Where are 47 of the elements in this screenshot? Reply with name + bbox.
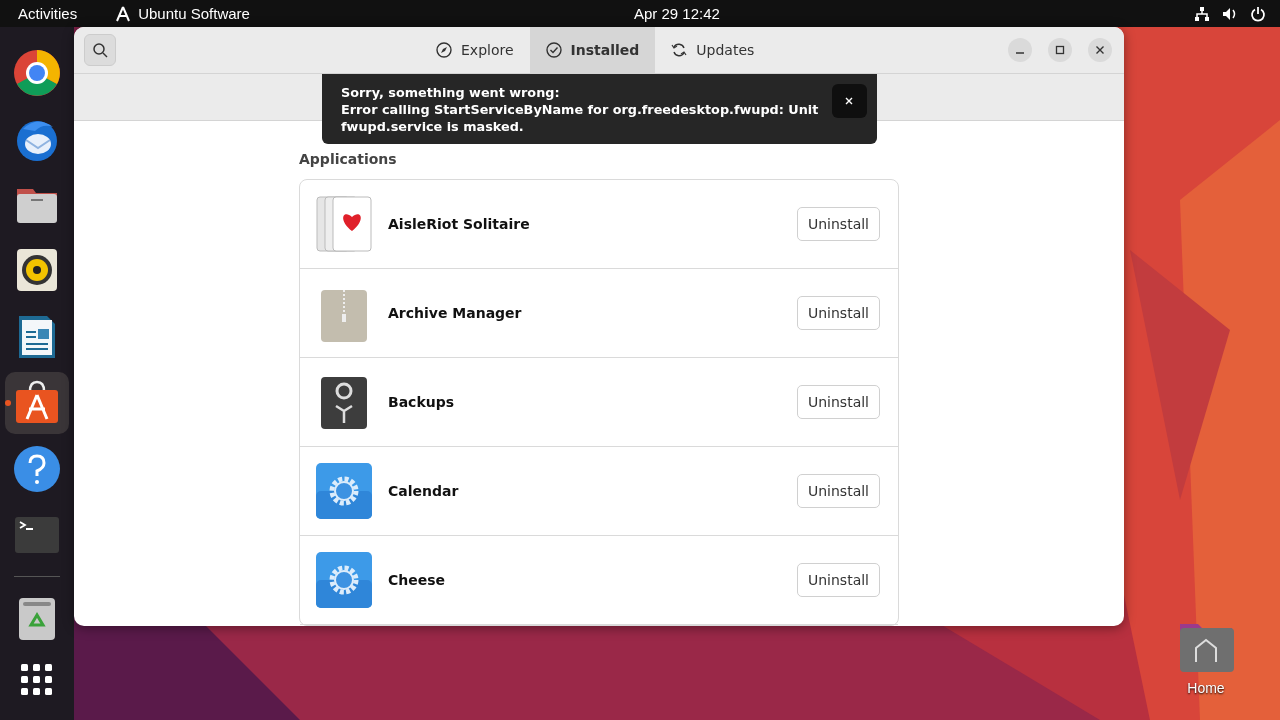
app-row[interactable]: Cheese Uninstall [300,536,898,625]
maximize-button[interactable] [1048,38,1072,62]
app-logo-icon [115,5,132,22]
app-name: AisleRiot Solitaire [388,216,530,232]
dismiss-button[interactable] [831,84,867,118]
gear-icon [315,551,373,609]
app-menu[interactable]: Ubuntu Software [138,5,250,22]
uninstall-button[interactable]: Uninstall [796,474,880,508]
close-button[interactable] [1088,38,1112,62]
minimize-icon [1016,52,1024,54]
view-tab[interactable]: Explore [420,27,530,73]
running-indicator [5,400,11,406]
close-icon [1095,45,1105,55]
app-row[interactable]: Backups Uninstall [300,358,898,447]
network-icon[interactable] [1194,5,1210,22]
app-row[interactable]: Calendar Uninstall [300,447,898,536]
browser-icon [13,49,61,97]
uninstall-button[interactable]: Uninstall [796,207,880,241]
app-row[interactable]: Archive Manager Uninstall [300,269,898,358]
app-name: Cheese [388,572,446,588]
maximize-icon [1055,45,1065,55]
section-heading: Applications [299,151,398,167]
dock-item[interactable] [5,372,69,434]
checkmark-circle-icon [545,42,562,58]
help-icon [13,445,61,493]
view-tab[interactable]: Installed [529,27,656,73]
gear-icon [315,462,373,520]
view-tab[interactable]: Updates [655,27,771,73]
search-icon [92,42,108,58]
minimize-button[interactable] [1008,38,1032,62]
app-row[interactable]: AisleRiot Solitaire Uninstall [300,180,898,269]
uninstall-button[interactable]: Uninstall [796,563,880,597]
clock[interactable]: Apr 29 12:42 [634,5,720,22]
compass-icon [436,42,452,58]
refresh-icon [671,42,688,58]
uninstall-button[interactable]: Uninstall [796,385,880,419]
close-icon [844,96,855,106]
app-name: Calendar [388,483,459,499]
search-button[interactable] [84,34,116,66]
power-icon[interactable] [1250,5,1266,22]
playing-cards-icon [315,195,373,253]
error-message: Sorry, something went wrong: Error calling StartServiceByName for org.freedesktop.fwupd: Unit fwupd.service is masked. [341,84,820,135]
app-name: Archive Manager [388,305,522,321]
activities-button[interactable]: Activities [18,5,78,22]
app-grid-icon [21,664,53,696]
uninstall-button[interactable]: Uninstall [796,296,880,330]
app-name: Backups [388,394,455,410]
